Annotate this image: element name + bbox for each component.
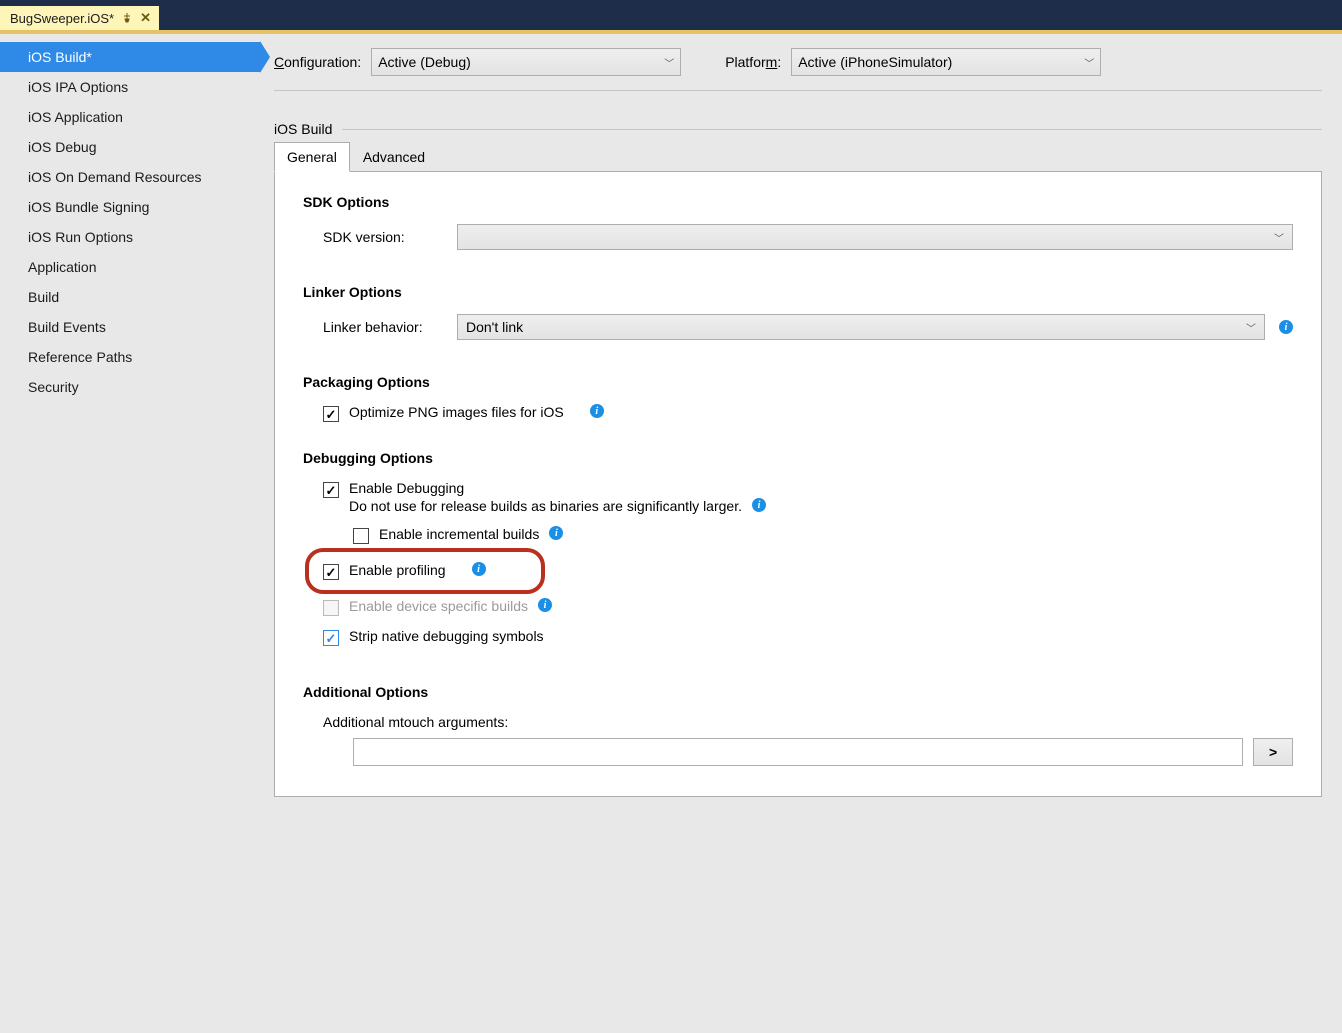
enable-debugging-checkbox[interactable] <box>323 482 339 498</box>
sidebar-item-ios-build[interactable]: iOS Build* <box>0 42 260 72</box>
group-sdk-title: SDK Options <box>303 194 1293 210</box>
enable-profiling-checkbox[interactable] <box>323 564 339 580</box>
sidebar-item-ios-ipa-options[interactable]: iOS IPA Options <box>0 72 260 102</box>
group-debugging-title: Debugging Options <box>303 450 1293 466</box>
enable-device-specific-checkbox <box>323 600 339 616</box>
sidebar-item-ios-bundle-signing[interactable]: iOS Bundle Signing <box>0 192 260 222</box>
enable-incremental-label: Enable incremental builds <box>379 526 539 542</box>
go-button-label: > <box>1269 744 1277 760</box>
divider <box>342 129 1322 130</box>
section-header: iOS Build <box>274 121 1322 137</box>
sidebar-item-build-events[interactable]: Build Events <box>0 312 260 342</box>
chevron-down-icon: ﹀ <box>664 55 674 70</box>
sdk-version-dropdown[interactable]: ﹀ <box>457 224 1293 250</box>
optimize-png-label: Optimize PNG images files for iOS <box>349 404 564 420</box>
sidebar-item-reference-paths[interactable]: Reference Paths <box>0 342 260 372</box>
chevron-down-icon: ﹀ <box>1274 230 1284 245</box>
sidebar-item-ios-ondemand[interactable]: iOS On Demand Resources <box>0 162 260 192</box>
dropdown-value: Don't link <box>466 319 523 335</box>
sub-tabs: General Advanced <box>274 141 1322 172</box>
group-additional-title: Additional Options <box>303 684 1293 700</box>
sdk-version-label: SDK version: <box>323 229 443 245</box>
sidebar-item-label: iOS Run Options <box>28 229 133 245</box>
content-area: Configuration: Active (Debug) ﹀ Platform… <box>260 34 1342 1033</box>
pin-icon[interactable] <box>122 11 132 26</box>
linker-behavior-label: Linker behavior: <box>323 319 443 335</box>
tab-label: Advanced <box>363 149 425 165</box>
enable-debugging-desc: Do not use for release builds as binarie… <box>349 498 742 514</box>
sidebar-item-label: iOS IPA Options <box>28 79 128 95</box>
platform-label: Platform: <box>725 54 781 70</box>
group-linker-title: Linker Options <box>303 284 1293 300</box>
sidebar-item-label: Build Events <box>28 319 106 335</box>
enable-incremental-checkbox[interactable] <box>353 528 369 544</box>
info-icon[interactable]: i <box>538 598 552 612</box>
info-icon[interactable]: i <box>590 404 604 418</box>
chevron-down-icon: ﹀ <box>1084 55 1094 70</box>
close-icon[interactable]: ✕ <box>140 10 151 26</box>
sidebar-item-label: iOS Debug <box>28 139 96 155</box>
config-row: Configuration: Active (Debug) ﹀ Platform… <box>274 48 1322 91</box>
optimize-png-checkbox[interactable] <box>323 406 339 422</box>
sidebar-item-label: Security <box>28 379 79 395</box>
sidebar-item-security[interactable]: Security <box>0 372 260 402</box>
sidebar-item-label: iOS Bundle Signing <box>28 199 149 215</box>
chevron-down-icon: ﹀ <box>1246 320 1256 335</box>
section-title: iOS Build <box>274 121 332 137</box>
enable-debugging-label: Enable Debugging <box>349 480 766 496</box>
sidebar-item-label: iOS Build* <box>28 49 92 65</box>
sidebar-item-ios-debug[interactable]: iOS Debug <box>0 132 260 162</box>
mtouch-arguments-input[interactable] <box>353 738 1243 766</box>
mtouch-label: Additional mtouch arguments: <box>323 714 1293 730</box>
file-tab-title: BugSweeper.iOS* <box>10 11 114 26</box>
linker-behavior-dropdown[interactable]: Don't link ﹀ <box>457 314 1265 340</box>
sidebar-item-label: Reference Paths <box>28 349 132 365</box>
dropdown-value: Active (Debug) <box>378 54 471 70</box>
strip-symbols-label: Strip native debugging symbols <box>349 628 544 644</box>
sidebar-item-label: iOS Application <box>28 109 123 125</box>
sidebar-item-label: Build <box>28 289 59 305</box>
info-icon[interactable]: i <box>1279 320 1293 334</box>
dropdown-value: Active (iPhoneSimulator) <box>798 54 952 70</box>
file-tab[interactable]: BugSweeper.iOS* ✕ <box>0 6 159 30</box>
category-sidebar: iOS Build* iOS IPA Options iOS Applicati… <box>0 34 260 1033</box>
configuration-label: Configuration: <box>274 54 361 70</box>
sidebar-item-application[interactable]: Application <box>0 252 260 282</box>
info-icon[interactable]: i <box>472 562 486 576</box>
sidebar-item-label: Application <box>28 259 97 275</box>
sidebar-item-build[interactable]: Build <box>0 282 260 312</box>
sidebar-item-label: iOS On Demand Resources <box>28 169 202 185</box>
sidebar-item-ios-application[interactable]: iOS Application <box>0 102 260 132</box>
mtouch-go-button[interactable]: > <box>1253 738 1293 766</box>
info-icon[interactable]: i <box>549 526 563 540</box>
configuration-dropdown[interactable]: Active (Debug) ﹀ <box>371 48 681 76</box>
enable-profiling-label: Enable profiling <box>349 562 446 578</box>
enable-device-specific-label: Enable device specific builds <box>349 598 528 614</box>
tab-advanced[interactable]: Advanced <box>350 142 438 172</box>
info-icon[interactable]: i <box>752 498 766 512</box>
settings-panel: SDK Options SDK version: ﹀ Linker Option… <box>274 172 1322 797</box>
sidebar-item-ios-run-options[interactable]: iOS Run Options <box>0 222 260 252</box>
title-bar: BugSweeper.iOS* ✕ <box>0 0 1342 30</box>
tab-general[interactable]: General <box>274 142 350 172</box>
group-packaging-title: Packaging Options <box>303 374 1293 390</box>
tab-label: General <box>287 149 337 165</box>
strip-symbols-checkbox[interactable] <box>323 630 339 646</box>
platform-dropdown[interactable]: Active (iPhoneSimulator) ﹀ <box>791 48 1101 76</box>
